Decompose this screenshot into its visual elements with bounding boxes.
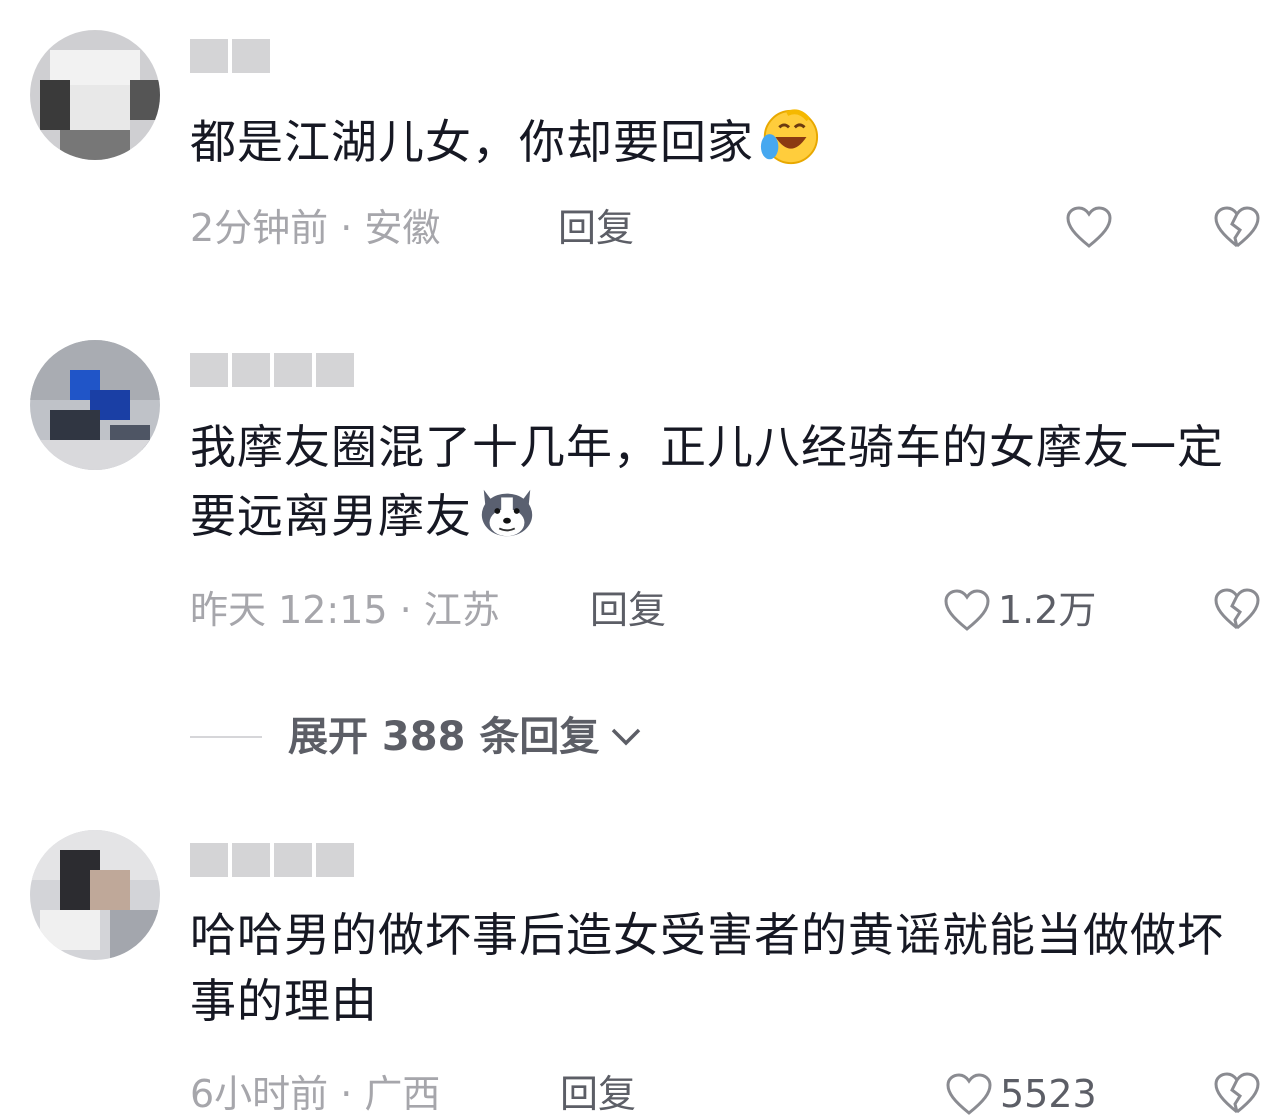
like-count: 1.2万 bbox=[998, 588, 1097, 632]
username-blurred[interactable] bbox=[190, 842, 354, 878]
broken-heart-icon bbox=[1214, 1072, 1260, 1114]
dislike-button[interactable] bbox=[1212, 204, 1262, 254]
reply-button[interactable]: 回复 bbox=[560, 1070, 636, 1118]
husky-emoji bbox=[481, 489, 533, 537]
like-button[interactable]: 5523 bbox=[944, 1070, 1097, 1118]
broken-heart-icon bbox=[1214, 588, 1260, 630]
comment-text: 都是江湖儿女，你却要回家 bbox=[190, 106, 1250, 175]
heart-outline-icon bbox=[946, 1073, 992, 1115]
heart-outline-icon bbox=[944, 589, 990, 631]
username-blurred[interactable] bbox=[190, 352, 354, 388]
chevron-down-icon bbox=[612, 728, 641, 746]
expand-replies-label: 展开 388 条回复 bbox=[288, 714, 600, 760]
like-button[interactable] bbox=[1064, 204, 1114, 250]
reply-button[interactable]: 回复 bbox=[558, 204, 634, 252]
dislike-button[interactable] bbox=[1212, 586, 1262, 636]
like-count: 5523 bbox=[1000, 1072, 1097, 1116]
avatar[interactable] bbox=[30, 30, 160, 160]
heart-outline-icon bbox=[1066, 206, 1112, 248]
expand-replies-button[interactable]: 展开 388 条回复 bbox=[190, 712, 647, 762]
reply-button[interactable]: 回复 bbox=[590, 586, 666, 634]
divider bbox=[190, 736, 262, 738]
like-button[interactable]: 1.2万 bbox=[942, 586, 1096, 634]
username-blurred[interactable] bbox=[190, 38, 270, 74]
dislike-button[interactable] bbox=[1212, 1070, 1262, 1120]
broken-heart-icon bbox=[1214, 206, 1260, 248]
comment-meta: 6小时前 · 广西 bbox=[190, 1072, 441, 1116]
laughing-crying-emoji bbox=[760, 109, 819, 165]
avatar[interactable] bbox=[30, 830, 160, 960]
comment-meta: 2分钟前 · 安徽 bbox=[190, 206, 441, 250]
avatar[interactable] bbox=[30, 340, 160, 470]
comment-meta: 昨天 12:15 · 江苏 bbox=[190, 588, 500, 632]
comment-text: 哈哈男的做坏事后造女受害者的黄谣就能当做做坏事的理由 bbox=[190, 908, 1224, 1028]
comment-text: 我摩友圈混了十几年，正儿八经骑车的女摩友一定要远离男摩友 bbox=[190, 420, 1224, 543]
